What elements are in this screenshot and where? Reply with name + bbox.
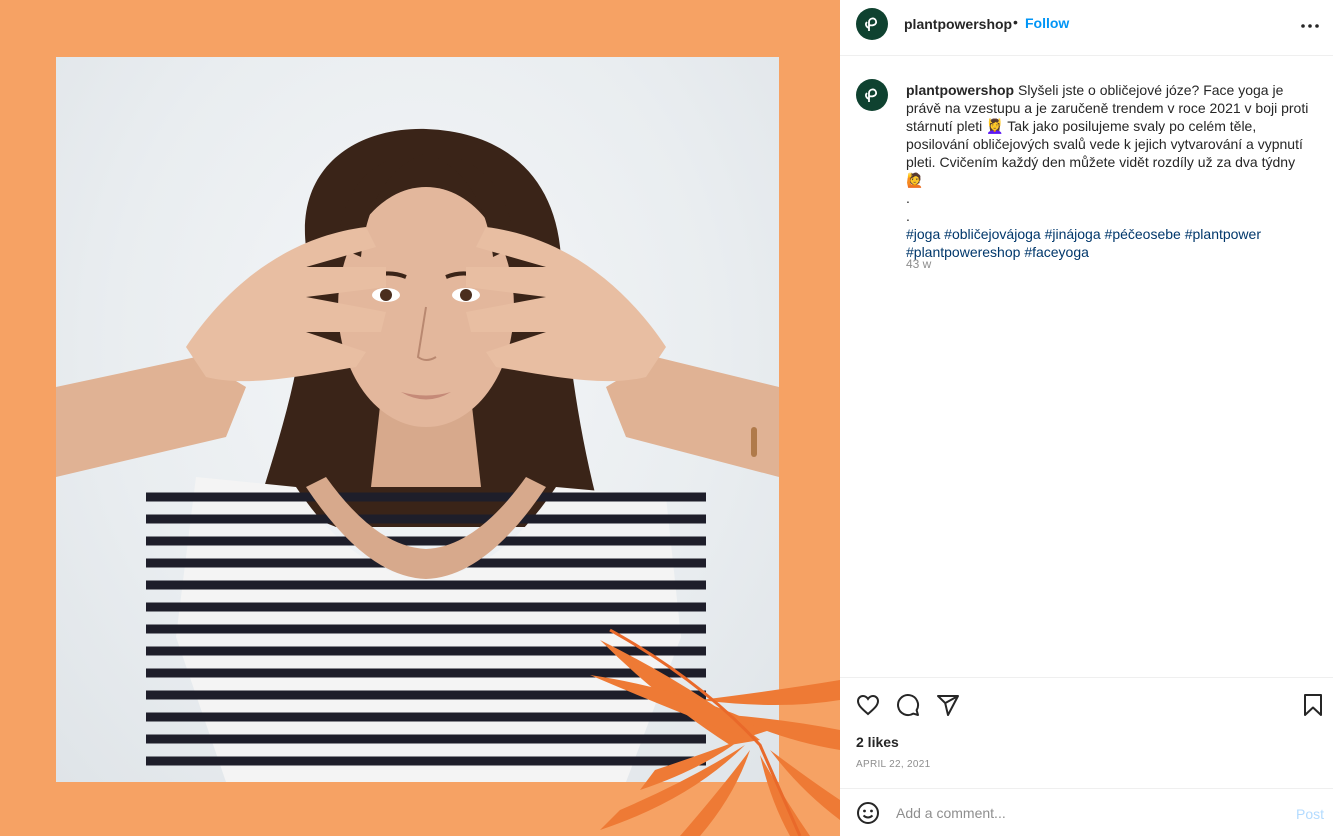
separator-dot: •: [1013, 14, 1018, 30]
follow-button[interactable]: Follow: [1025, 15, 1069, 31]
leaf-logo-icon: [865, 88, 878, 102]
hashtag-link[interactable]: #obličejovájoga: [944, 226, 1041, 242]
post-header: plantpowershop • Follow: [840, 0, 1333, 56]
share-icon[interactable]: [935, 692, 961, 718]
woman-face-yoga-illustration: [56, 128, 779, 782]
action-bar: 2 likes APRIL 22, 2021: [840, 677, 1333, 777]
caption-dot: .: [906, 190, 910, 206]
comment-icon[interactable]: [895, 692, 921, 718]
post-details-panel: plantpowershop • Follow plantpowershop S…: [840, 0, 1333, 836]
comment-input[interactable]: [896, 803, 1276, 823]
more-options-icon[interactable]: [1298, 14, 1322, 38]
post-media[interactable]: [0, 0, 840, 836]
likes-count[interactable]: 2 likes: [856, 734, 899, 750]
leaf-logo-icon: [865, 17, 878, 31]
hashtag-link[interactable]: #plantpower: [1185, 226, 1261, 242]
comment-bar: Post: [840, 788, 1333, 836]
post-date: APRIL 22, 2021: [856, 759, 931, 770]
avatar[interactable]: [856, 8, 888, 40]
caption-avatar[interactable]: [856, 79, 888, 111]
heart-icon[interactable]: [855, 692, 881, 718]
post-photo: [56, 57, 779, 782]
bookmark-icon[interactable]: [1300, 692, 1326, 718]
hashtag-link[interactable]: #péčeosebe: [1105, 226, 1181, 242]
hashtag-link[interactable]: #jinájoga: [1045, 226, 1101, 242]
hashtag-link[interactable]: #faceyoga: [1024, 244, 1089, 260]
hashtag-list: #joga #obličejovájoga #jinájoga #péčeose…: [906, 226, 1261, 260]
caption-dot: .: [906, 208, 910, 224]
post-comment-button[interactable]: Post: [1296, 806, 1324, 822]
caption-username[interactable]: plantpowershop: [906, 82, 1014, 98]
post-caption: plantpowershop Slyšeli jste o obličejové…: [906, 81, 1316, 261]
hashtag-link[interactable]: #joga: [906, 226, 940, 242]
caption-area: plantpowershop Slyšeli jste o obličejové…: [840, 57, 1333, 677]
emoji-icon[interactable]: [856, 801, 882, 827]
time-ago[interactable]: 43 w: [906, 257, 931, 271]
username-link[interactable]: plantpowershop: [904, 16, 1012, 32]
